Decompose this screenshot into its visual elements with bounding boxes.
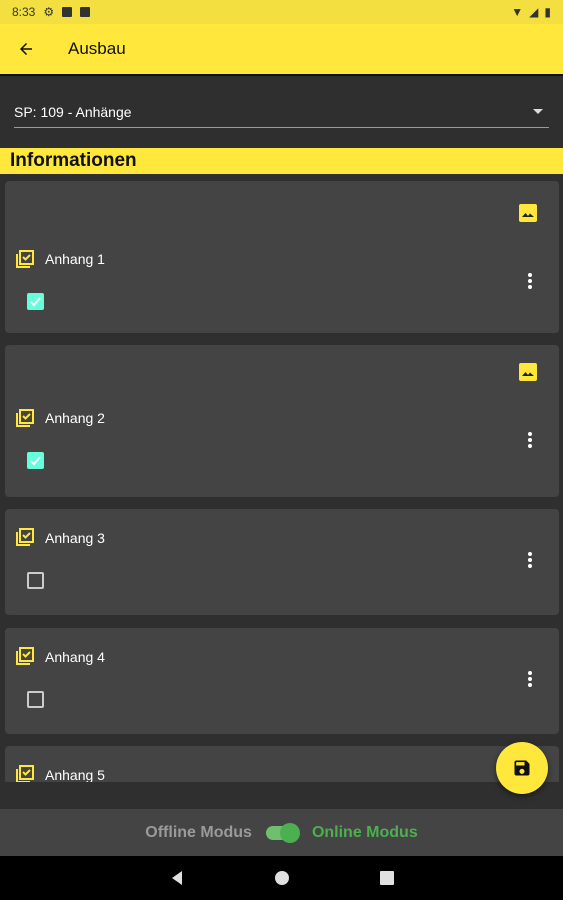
online-mode-switch[interactable] xyxy=(265,822,300,843)
switch-knob xyxy=(279,822,300,843)
notification-square-icon xyxy=(62,7,73,17)
nav-recents-icon[interactable] xyxy=(379,871,394,885)
battery-icon: ▮ xyxy=(544,5,551,19)
nav-home-icon[interactable] xyxy=(274,870,290,886)
status-left: 8:33 ⚙ xyxy=(12,5,91,19)
list-item[interactable]: Anhang 1 xyxy=(5,181,559,333)
more-vert-icon[interactable] xyxy=(525,670,535,688)
nav-back-icon[interactable] xyxy=(170,870,184,886)
signal-icon: ◢ xyxy=(529,5,539,19)
more-vert-icon[interactable] xyxy=(525,272,535,290)
checklist-icon xyxy=(16,409,34,427)
status-right: ▼ ◢ ▮ xyxy=(511,5,551,19)
checkbox-unchecked[interactable] xyxy=(27,691,44,708)
checklist-icon xyxy=(16,647,34,665)
sp-select-value: SP: 109 - Anhänge xyxy=(14,103,132,120)
item-label: Anhang 1 xyxy=(45,251,105,267)
wifi-icon: ▼ xyxy=(511,5,524,19)
more-vert-icon[interactable] xyxy=(525,551,535,569)
checkbox-unchecked[interactable] xyxy=(27,572,44,589)
item-label: Anhang 4 xyxy=(45,649,105,665)
checkbox-checked[interactable] xyxy=(27,293,44,310)
image-icon[interactable] xyxy=(519,204,537,222)
checkbox-checked[interactable] xyxy=(27,452,44,469)
mode-bar: Offline Modus Online Modus xyxy=(0,809,563,856)
item-label: Anhang 5 xyxy=(45,767,105,782)
checklist-icon xyxy=(16,765,34,782)
back-button[interactable] xyxy=(0,23,52,75)
status-bar: 8:33 ⚙ ▼ ◢ ▮ xyxy=(0,0,563,24)
image-icon[interactable] xyxy=(519,363,537,381)
settings-status-icon: ⚙ xyxy=(43,5,55,19)
list-item[interactable]: Anhang 2 xyxy=(5,345,559,497)
item-label: Anhang 2 xyxy=(45,410,105,426)
dropdown-arrow-icon xyxy=(533,109,543,114)
app-bar: Ausbau xyxy=(0,24,563,76)
list-item[interactable]: Anhang 4 xyxy=(5,628,559,734)
save-button[interactable] xyxy=(496,742,548,794)
page-title: Ausbau xyxy=(68,39,126,58)
status-time: 8:33 xyxy=(12,5,36,19)
item-label: Anhang 3 xyxy=(45,530,105,546)
system-nav-bar xyxy=(0,856,563,900)
checklist-icon xyxy=(16,250,34,268)
sp-select[interactable]: SP: 109 - Anhänge xyxy=(14,96,549,128)
checklist-icon xyxy=(16,528,34,546)
arrow-back-icon xyxy=(20,43,32,55)
online-mode-label: Online Modus xyxy=(311,823,418,841)
more-vert-icon[interactable] xyxy=(525,431,535,449)
save-icon xyxy=(514,760,530,776)
sd-card-icon xyxy=(80,7,91,17)
attachment-list[interactable]: Anhang 1 Anhang 2 Anhang 3 Anhang 4 Anha… xyxy=(0,176,563,782)
list-item[interactable]: Anhang 3 xyxy=(5,509,559,615)
offline-mode-label: Offline Modus xyxy=(145,823,252,841)
list-item[interactable]: Anhang 5 xyxy=(5,746,559,782)
section-header: Informationen xyxy=(0,148,563,174)
